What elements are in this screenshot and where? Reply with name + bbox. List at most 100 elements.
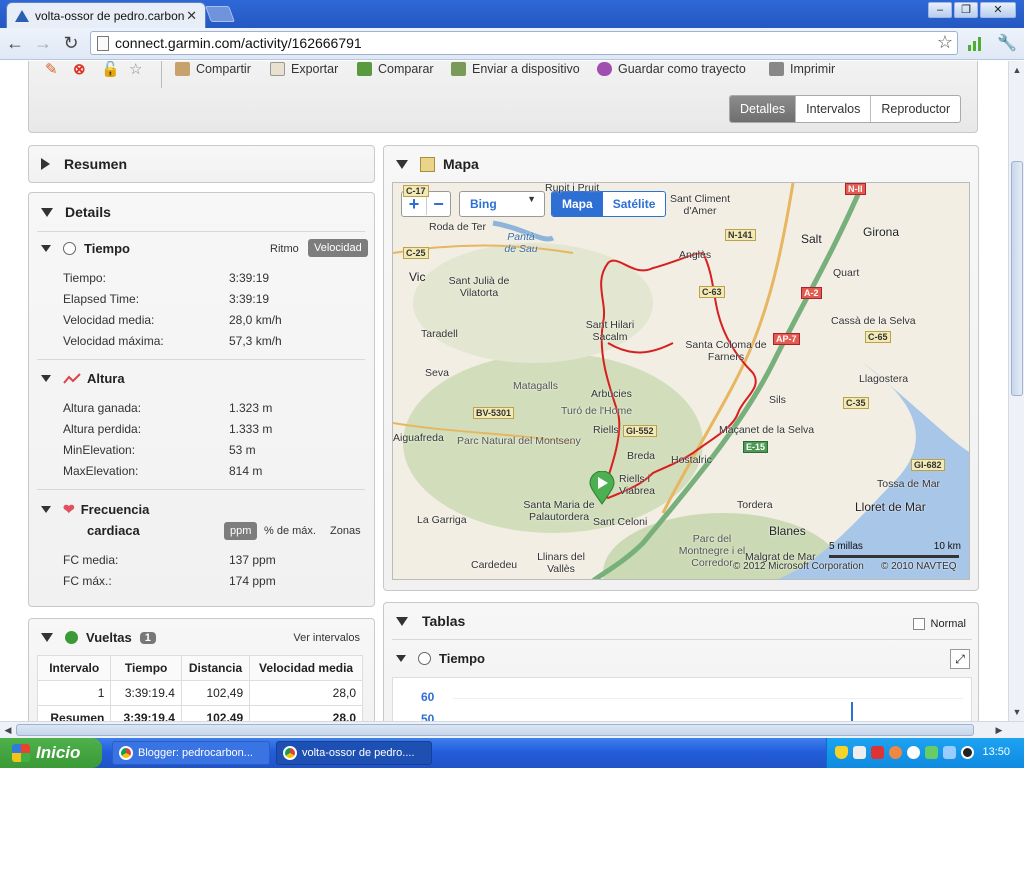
mode-satellite-button[interactable]: Satélite <box>603 192 666 216</box>
collapse-icon <box>41 207 53 217</box>
elevation-icon <box>63 372 81 384</box>
road-shield: GI-682 <box>911 459 945 471</box>
altura-section-header[interactable]: Altura <box>41 371 125 386</box>
horizontal-scrollbar[interactable]: ◀ ▶ <box>0 721 1024 738</box>
mapa-header[interactable]: Mapa <box>396 156 479 172</box>
updates-icon[interactable] <box>925 746 938 759</box>
mode-map-button[interactable]: Mapa <box>552 192 603 216</box>
compare-label: Comparar <box>378 62 434 76</box>
new-tab-button[interactable] <box>205 6 235 22</box>
view-intervals-link[interactable]: Ver intervalos <box>293 632 360 644</box>
taskbar-task-active[interactable]: volta-ossor de pedro.... <box>276 741 432 765</box>
app-icon[interactable] <box>889 746 902 759</box>
road-shield: E-15 <box>743 441 769 453</box>
export-icon <box>270 62 285 76</box>
reload-icon[interactable]: ↻ <box>60 33 82 54</box>
forward-icon[interactable]: → <box>32 33 54 54</box>
column-header[interactable]: Distancia <box>180 655 251 681</box>
column-header[interactable]: Velocidad media <box>249 655 363 681</box>
tab-detalles[interactable]: Detalles <box>730 96 796 122</box>
edit-pencil-icon[interactable]: ✎ <box>45 61 58 78</box>
lock-icon[interactable]: 🔓 <box>101 61 120 78</box>
gridline <box>453 698 963 699</box>
zoom-out-button[interactable]: − <box>426 193 450 215</box>
map-provider-select[interactable]: Bing ▼ <box>459 191 545 217</box>
clock-icon <box>418 652 431 665</box>
column-header[interactable]: Tiempo <box>110 655 182 681</box>
address-bar[interactable]: connect.garmin.com/activity/162666791 ☆ <box>90 31 958 55</box>
close-window-button[interactable]: ✕ <box>980 2 1016 18</box>
media-icon[interactable] <box>961 746 974 759</box>
network-icon[interactable] <box>853 746 866 759</box>
mapa-panel: Mapa + − Bing ▼ Mapa Satélite Rupit i Pr… <box>383 145 979 591</box>
vueltas-header[interactable]: Vueltas 1 <box>41 630 156 645</box>
browser-titlebar: volta-ossor de pedro.carbonor ✕ – ❐ ✕ <box>0 0 1024 28</box>
tab-reproductor[interactable]: Reproductor <box>870 96 960 122</box>
delete-icon[interactable]: ⊗ <box>73 61 86 78</box>
scroll-thumb[interactable] <box>1011 161 1023 396</box>
clock[interactable]: 13:50 <box>982 746 1010 758</box>
table-row[interactable]: 1 3:39:19.4 102,49 28,0 <box>36 680 363 706</box>
place-label: Hostalric <box>671 454 712 466</box>
favorite-star-icon[interactable]: ☆ <box>129 61 142 78</box>
vertical-scrollbar[interactable]: ▲ ▼ <box>1008 61 1024 721</box>
wrench-icon[interactable]: 🔧 <box>996 33 1018 53</box>
column-header[interactable]: Intervalo <box>36 655 112 681</box>
send-to-device-button[interactable]: Enviar a dispositivo <box>451 62 580 76</box>
scroll-left-icon[interactable]: ◀ <box>1 723 15 737</box>
ppm-toggle[interactable]: ppm <box>224 522 258 540</box>
compare-icon <box>357 62 372 76</box>
resumen-panel: Resumen <box>28 145 375 183</box>
velocidad-toggle[interactable]: Velocidad <box>308 239 368 257</box>
stat-label: FC media: <box>63 553 119 567</box>
shield-icon[interactable] <box>835 746 848 759</box>
stat-label: FC máx.: <box>63 574 112 588</box>
details-header[interactable]: Details <box>41 204 111 220</box>
percent-max-toggle[interactable]: % de máx. <box>259 523 321 539</box>
export-button[interactable]: Exportar <box>270 62 338 76</box>
print-button[interactable]: Imprimir <box>769 62 835 76</box>
table-row[interactable]: Resumen 3:39:19.4 102,49 28,0 <box>36 705 363 721</box>
expand-chart-icon[interactable]: ⤢ <box>950 649 970 669</box>
share-button[interactable]: Compartir <box>175 62 251 76</box>
signal-extension-icon[interactable] <box>966 33 986 53</box>
tablas-header[interactable]: Tablas <box>396 613 465 629</box>
ritmo-toggle[interactable]: Ritmo <box>265 241 304 257</box>
checkbox-icon[interactable] <box>912 618 925 630</box>
place-label: Pantà de Sau <box>504 231 538 255</box>
tab-intervalos[interactable]: Intervalos <box>795 96 870 122</box>
chrome-icon <box>119 746 133 760</box>
minimize-button[interactable]: – <box>928 2 952 18</box>
zones-toggle[interactable]: Zonas <box>325 523 366 539</box>
resumen-header[interactable]: Resumen <box>41 156 127 172</box>
place-label: Riells <box>593 424 619 436</box>
collapse-icon <box>396 616 408 626</box>
maximize-button[interactable]: ❐ <box>954 2 978 18</box>
volume-icon[interactable] <box>907 746 920 759</box>
scale-bar <box>829 555 959 558</box>
browser-toolbar: ← → ↻ connect.garmin.com/activity/162666… <box>0 28 1024 60</box>
back-icon[interactable]: ← <box>4 33 26 54</box>
devices-icon[interactable] <box>943 746 956 759</box>
stat-label: MinElevation: <box>63 443 136 457</box>
browser-tab[interactable]: volta-ossor de pedro.carbonor ✕ <box>6 2 206 28</box>
start-button[interactable]: Inicio <box>0 738 102 768</box>
tiempo-section-header[interactable]: Tiempo <box>41 241 130 256</box>
scroll-down-icon[interactable]: ▼ <box>1010 705 1024 719</box>
taskbar-task[interactable]: Blogger: pedrocarbon... <box>112 741 270 765</box>
scroll-thumb[interactable] <box>16 724 974 736</box>
place-label: Vic <box>409 270 426 284</box>
fc-section-header[interactable]: ❤ Frecuencia <box>41 501 149 518</box>
road-shield: N-II <box>845 183 866 195</box>
tab-close-icon[interactable]: ✕ <box>186 8 197 24</box>
normal-checkbox[interactable]: Normal <box>912 618 966 630</box>
save-course-button[interactable]: Guardar como trayecto <box>597 62 746 76</box>
tiempo-chart-header[interactable]: Tiempo <box>396 651 485 666</box>
compare-button[interactable]: Comparar <box>357 62 434 76</box>
scroll-right-icon[interactable]: ▶ <box>992 723 1006 737</box>
scroll-up-icon[interactable]: ▲ <box>1010 63 1024 77</box>
security-icon[interactable] <box>871 746 884 759</box>
bookmark-star-icon[interactable]: ☆ <box>937 32 953 53</box>
road-shield: A-2 <box>801 287 822 299</box>
route-map[interactable]: + − Bing ▼ Mapa Satélite Rupit i Pruit S… <box>392 182 970 580</box>
